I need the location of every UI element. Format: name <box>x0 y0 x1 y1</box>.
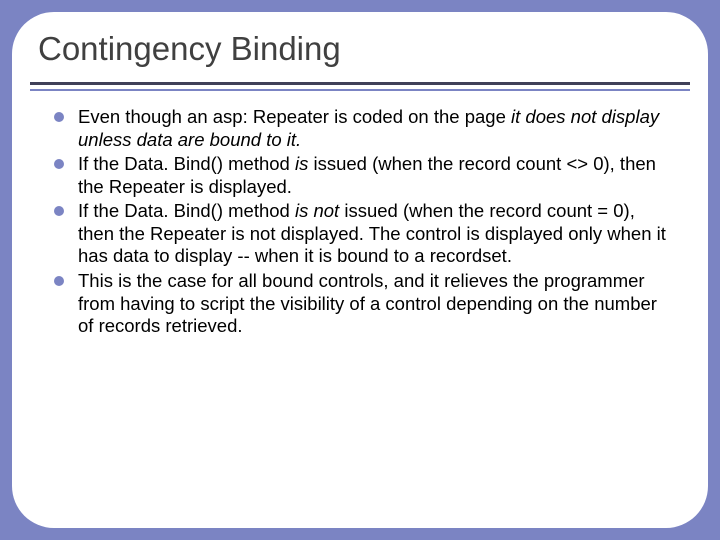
bullet-list: Even though an asp: Repeater is coded on… <box>52 106 674 338</box>
bullet-text: This is the case for all bound controls,… <box>78 270 657 336</box>
slide-title: Contingency Binding <box>38 30 678 68</box>
bullet-text: If the Data. Bind() method <box>78 153 295 174</box>
bullet-text: If the Data. Bind() method <box>78 200 295 221</box>
slide-body: Even though an asp: Repeater is coded on… <box>52 106 674 340</box>
list-item: If the Data. Bind() method is issued (wh… <box>52 153 674 198</box>
list-item: Even though an asp: Repeater is coded on… <box>52 106 674 151</box>
list-item: If the Data. Bind() method is not issued… <box>52 200 674 268</box>
slide-card: Contingency Binding Even though an asp: … <box>12 12 708 528</box>
bullet-text: Even though an asp: Repeater is coded on… <box>78 106 511 127</box>
bullet-emph: is <box>295 153 308 174</box>
list-item: This is the case for all bound controls,… <box>52 270 674 338</box>
bullet-emph: is not <box>295 200 339 221</box>
title-rule <box>12 82 708 91</box>
